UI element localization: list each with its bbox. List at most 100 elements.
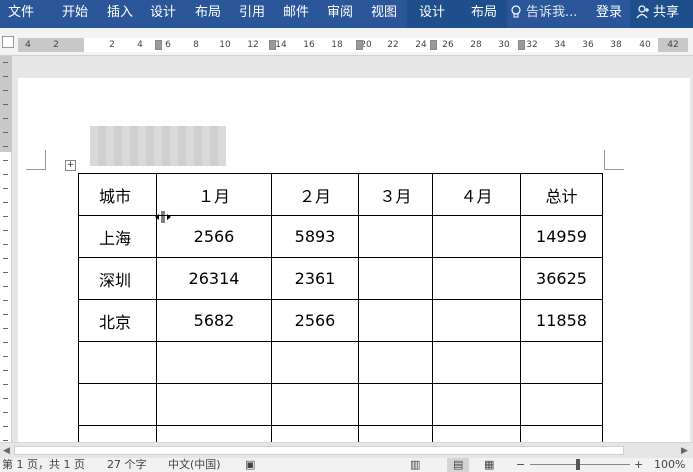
table-cell[interactable] (520, 383, 603, 426)
tab-view[interactable]: 视图 (371, 0, 397, 28)
word-count[interactable]: 27 个字 (107, 458, 147, 472)
print-layout-icon[interactable]: ▤ (447, 458, 470, 472)
zoom-slider-thumb[interactable] (576, 459, 580, 470)
table-row[interactable]: 北京 5682 2566 11858 (78, 299, 603, 342)
table-cell[interactable]: 深圳 (78, 257, 157, 300)
tab-references[interactable]: 引用 (239, 0, 265, 28)
table-cell[interactable] (432, 257, 521, 300)
tab-table-design[interactable]: 设计 (419, 0, 445, 28)
macro-icon[interactable]: ▣ (245, 458, 255, 472)
table-cell[interactable] (358, 341, 433, 384)
table-header-row[interactable]: 城市 １月 ２月 ３月 ４月 总计 (78, 173, 603, 216)
table-cell[interactable] (156, 383, 272, 426)
table-cell[interactable]: 2566 (156, 215, 272, 258)
tab-layout[interactable]: 布局 (195, 0, 221, 28)
table-cell[interactable]: 北京 (78, 299, 157, 342)
table-row[interactable] (78, 341, 603, 384)
sign-in-button[interactable]: 登录 (596, 0, 622, 28)
ruler-column-marker[interactable] (155, 40, 162, 50)
ruler-column-marker[interactable] (518, 40, 525, 50)
share-button[interactable]: 共享 (630, 0, 693, 28)
table-cell[interactable] (358, 215, 433, 258)
table-cell[interactable] (78, 341, 157, 384)
blur-pixel (122, 142, 130, 150)
table-cell[interactable]: 14959 (520, 215, 603, 258)
zoom-out-icon[interactable]: − (516, 458, 525, 472)
blur-pixel (146, 150, 154, 158)
ruler-tick (3, 328, 8, 329)
table-cell[interactable] (358, 257, 433, 300)
tab-table-layout[interactable]: 布局 (471, 0, 497, 28)
zoom-level[interactable]: 100% (654, 458, 685, 472)
table-cell[interactable] (271, 383, 359, 426)
table-cell[interactable]: 2361 (271, 257, 359, 300)
tab-insert[interactable]: 插入 (107, 0, 133, 28)
scrollbar-thumb[interactable] (14, 446, 624, 455)
horizontal-ruler-bar: 4 2 2 4 6 8 10 12 14 16 18 20 22 24 26 28 30 32 34 36 38 40 42 (0, 28, 693, 56)
column-resize-cursor-icon (155, 211, 171, 223)
table-cell[interactable]: 5682 (156, 299, 272, 342)
table-row[interactable]: 深圳 26314 2361 36625 (78, 257, 603, 300)
tab-design[interactable]: 设计 (150, 0, 176, 28)
table-cell[interactable]: 36625 (520, 257, 603, 300)
table-cell[interactable] (432, 215, 521, 258)
table-cell[interactable]: 上海 (78, 215, 157, 258)
blur-pixel (98, 158, 106, 166)
blur-pixel (186, 142, 194, 150)
read-mode-icon[interactable]: ▥ (410, 458, 420, 472)
table-cell[interactable]: 11858 (520, 299, 603, 342)
horizontal-scrollbar[interactable]: ◀ ▶ (0, 442, 693, 458)
table-cell[interactable] (156, 341, 272, 384)
table-row[interactable] (78, 383, 603, 426)
page-count[interactable]: 第 1 页，共 1 页 (2, 458, 85, 472)
scroll-left-icon[interactable]: ◀ (3, 446, 10, 456)
language-indicator[interactable]: 中文(中国) (168, 458, 221, 472)
table-cell[interactable] (432, 383, 521, 426)
tab-mailings[interactable]: 邮件 (283, 0, 309, 28)
zoom-slider[interactable] (530, 464, 630, 465)
ruler-column-marker[interactable] (430, 40, 437, 50)
tab-review[interactable]: 审阅 (327, 0, 353, 28)
table-cell[interactable] (78, 383, 157, 426)
table-cell[interactable] (432, 299, 521, 342)
ruler-column-marker[interactable] (269, 40, 276, 50)
zoom-in-icon[interactable]: + (634, 458, 643, 472)
horizontal-ruler[interactable]: 4 2 2 4 6 8 10 12 14 16 18 20 22 24 26 28 30 32 34 36 38 40 42 (18, 38, 688, 52)
table-cell[interactable] (432, 341, 521, 384)
pixelated-title-image (90, 126, 226, 166)
table-cell[interactable]: 26314 (156, 257, 272, 300)
blur-pixel (162, 134, 170, 142)
document-area[interactable]: + 城市 １月 ２月 ３月 ４月 总计 上海 2566 5893 14959 深圳 26314 2361… (12, 56, 693, 468)
page[interactable]: + 城市 １月 ２月 ３月 ４月 总计 上海 2566 5893 14959 深圳 26314 2361… (18, 78, 690, 468)
table-cell[interactable] (271, 341, 359, 384)
tab-home[interactable]: 开始 (62, 0, 88, 28)
table-cell[interactable] (358, 299, 433, 342)
tab-selector[interactable] (2, 36, 14, 48)
ruler-column-marker[interactable] (356, 40, 363, 50)
vertical-ruler[interactable] (0, 56, 12, 442)
blur-pixel (90, 126, 98, 134)
table-cell[interactable] (520, 341, 603, 384)
table-cell[interactable]: ３月 (358, 173, 433, 216)
share-label: 共享 (653, 5, 680, 20)
blur-pixel (138, 134, 146, 142)
ruler-number: 6 (165, 40, 171, 50)
ruler-tick (3, 118, 8, 119)
table-cell[interactable]: ４月 (432, 173, 521, 216)
scroll-right-icon[interactable]: ▶ (681, 446, 688, 456)
table-cell[interactable]: 城市 (78, 173, 157, 216)
ruler-number: 32 (526, 40, 538, 50)
table-cell[interactable]: 2566 (271, 299, 359, 342)
table-cell[interactable] (358, 383, 433, 426)
table-cell[interactable]: 总计 (520, 173, 603, 216)
web-layout-icon[interactable]: ▦ (484, 458, 494, 472)
ruler-number: 30 (498, 40, 510, 50)
table-cell[interactable]: １月 (156, 173, 272, 216)
blur-pixel (122, 134, 130, 142)
table-move-handle[interactable]: + (65, 160, 76, 171)
tab-file[interactable]: 文件 (8, 0, 34, 28)
table-cell[interactable]: 5893 (271, 215, 359, 258)
blur-pixel (178, 126, 186, 134)
tell-me-box[interactable]: 告诉我... (510, 0, 577, 28)
table-cell[interactable]: ２月 (271, 173, 359, 216)
